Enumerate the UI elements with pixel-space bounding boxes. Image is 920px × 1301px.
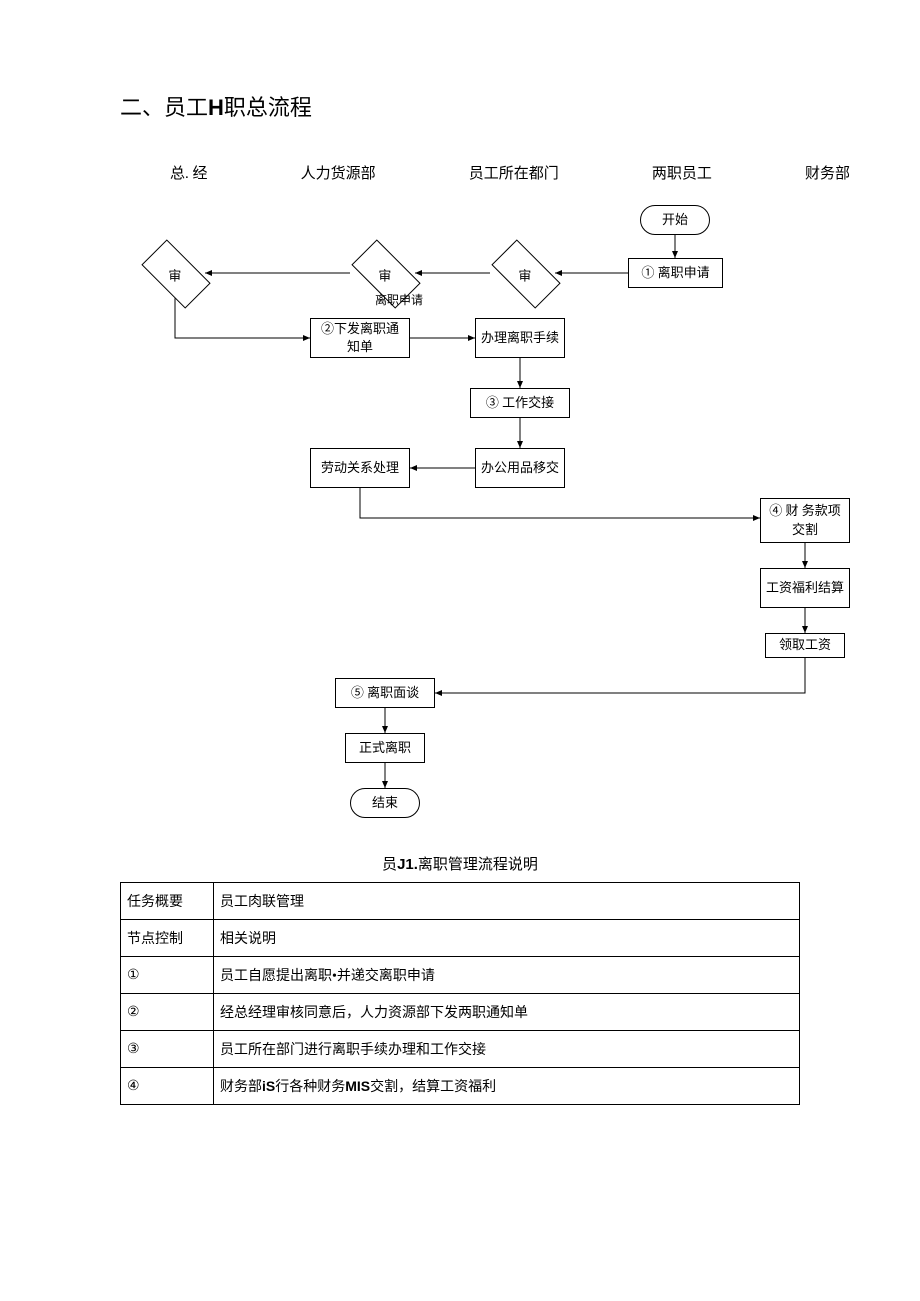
node-start-label: 开始 [662,211,688,229]
lane-employee: 两职员工 [652,162,712,183]
node-end: 结束 [350,788,420,818]
cell-key: ① [121,957,214,994]
lane-gm: 总. 经 [170,162,208,183]
node-supplies: 办公用品移交 [475,448,565,488]
caption-bold: J1. [397,856,418,873]
node-review-dept-label: 审 [495,266,555,285]
node-collect-label: 领取工资 [779,636,831,654]
r6-d: MIS [345,1078,370,1094]
node-handover-label: ③ 工作交接 [486,394,554,412]
cell-val: 员工所在部门进行离职手续办理和工作交接 [214,1031,800,1068]
table-caption: 员J1.离职管理流程说明 [60,853,860,874]
node-review-gm: 审 [141,239,210,308]
node-collect: 领取工资 [765,633,845,658]
cell-key: ④ [121,1068,214,1105]
table-row: ④ 财务部iS行各种财务MIS交割，结算工资福利 [121,1068,800,1105]
page-title: 二、员工H职总流程 [120,90,860,122]
title-suffix: 职总流程 [224,95,312,120]
node-apply-label: ① 离职申请 [641,264,709,282]
node-apply: ① 离职申请 [628,258,723,288]
node-notice: ②下发离职通知单 [310,318,410,358]
r6-c: 行各种财务 [275,1080,345,1095]
table-row: ③ 员工所在部门进行离职手续办理和工作交接 [121,1031,800,1068]
cell-key: ③ [121,1031,214,1068]
table-row: ② 经总经理审核同意后，人力资源部下发两职通知单 [121,994,800,1031]
cell-val: 经总经理审核同意后，人力资源部下发两职通知单 [214,994,800,1031]
title-prefix: 二、员工 [120,95,208,120]
node-labor: 劳动关系处理 [310,448,410,488]
r6-a: 财务部 [220,1080,262,1095]
node-end-label: 结束 [372,794,398,812]
cell-val: 员工肉联管理 [214,883,800,920]
node-review-dept: 审 [491,239,560,308]
cell-val: 财务部iS行各种财务MIS交割，结算工资福利 [214,1068,800,1105]
node-interview-label: ⑤ 离职面谈 [351,684,419,702]
lane-finance: 财务部 [805,162,850,183]
node-start: 开始 [640,205,710,235]
node-interview: ⑤ 离职面谈 [335,678,435,708]
caption-suffix: 离职管理流程说明 [418,857,538,873]
node-review-hr-label: 审 [355,266,415,285]
table-row: 节点控制 相关说明 [121,920,800,957]
table-row: 任务概要 员工肉联管理 [121,883,800,920]
lane-hr: 人力货源部 [301,162,376,183]
node-handle: 办理离职手续 [475,318,565,358]
node-formal-label: 正式离职 [359,739,411,757]
node-review-gm-label: 审 [145,266,205,285]
node-formal: 正式离职 [345,733,425,763]
caption-prefix: 员 [382,857,397,873]
swimlane-headers: 总. 经 人力货源部 员工所在都门 两职员工 财务部 [170,162,850,183]
node-notice-label: ②下发离职通知单 [315,320,405,356]
cell-key: 节点控制 [121,920,214,957]
r6-e: 交割，结算工资福利 [370,1080,496,1095]
apply-label: 离职申请 [375,291,423,308]
node-labor-label: 劳动关系处理 [321,459,399,477]
node-supplies-label: 办公用品移交 [481,459,559,477]
node-handle-label: 办理离职手续 [481,329,559,347]
cell-val: 员工自愿提出离职•并递交离职申请 [214,957,800,994]
node-finance: ④ 财 务款项交割 [760,498,850,543]
node-finance-label: ④ 财 务款项交割 [765,502,845,538]
title-latin: H [208,95,224,120]
lane-dept: 员工所在都门 [469,162,559,183]
table-row: ① 员工自愿提出离职•并递交离职申请 [121,957,800,994]
node-salary-label: 工资福利结算 [766,579,844,597]
r6-b: iS [262,1078,275,1094]
cell-val: 相关说明 [214,920,800,957]
cell-key: 任务概要 [121,883,214,920]
flowchart: 开始 ① 离职申请 审 审 审 离职申请 ②下发离职通知单 办理离职手续 ③ 工… [120,203,880,823]
description-table: 任务概要 员工肉联管理 节点控制 相关说明 ① 员工自愿提出离职•并递交离职申请… [120,882,800,1105]
node-salary: 工资福利结算 [760,568,850,608]
node-handover: ③ 工作交接 [470,388,570,418]
cell-key: ② [121,994,214,1031]
